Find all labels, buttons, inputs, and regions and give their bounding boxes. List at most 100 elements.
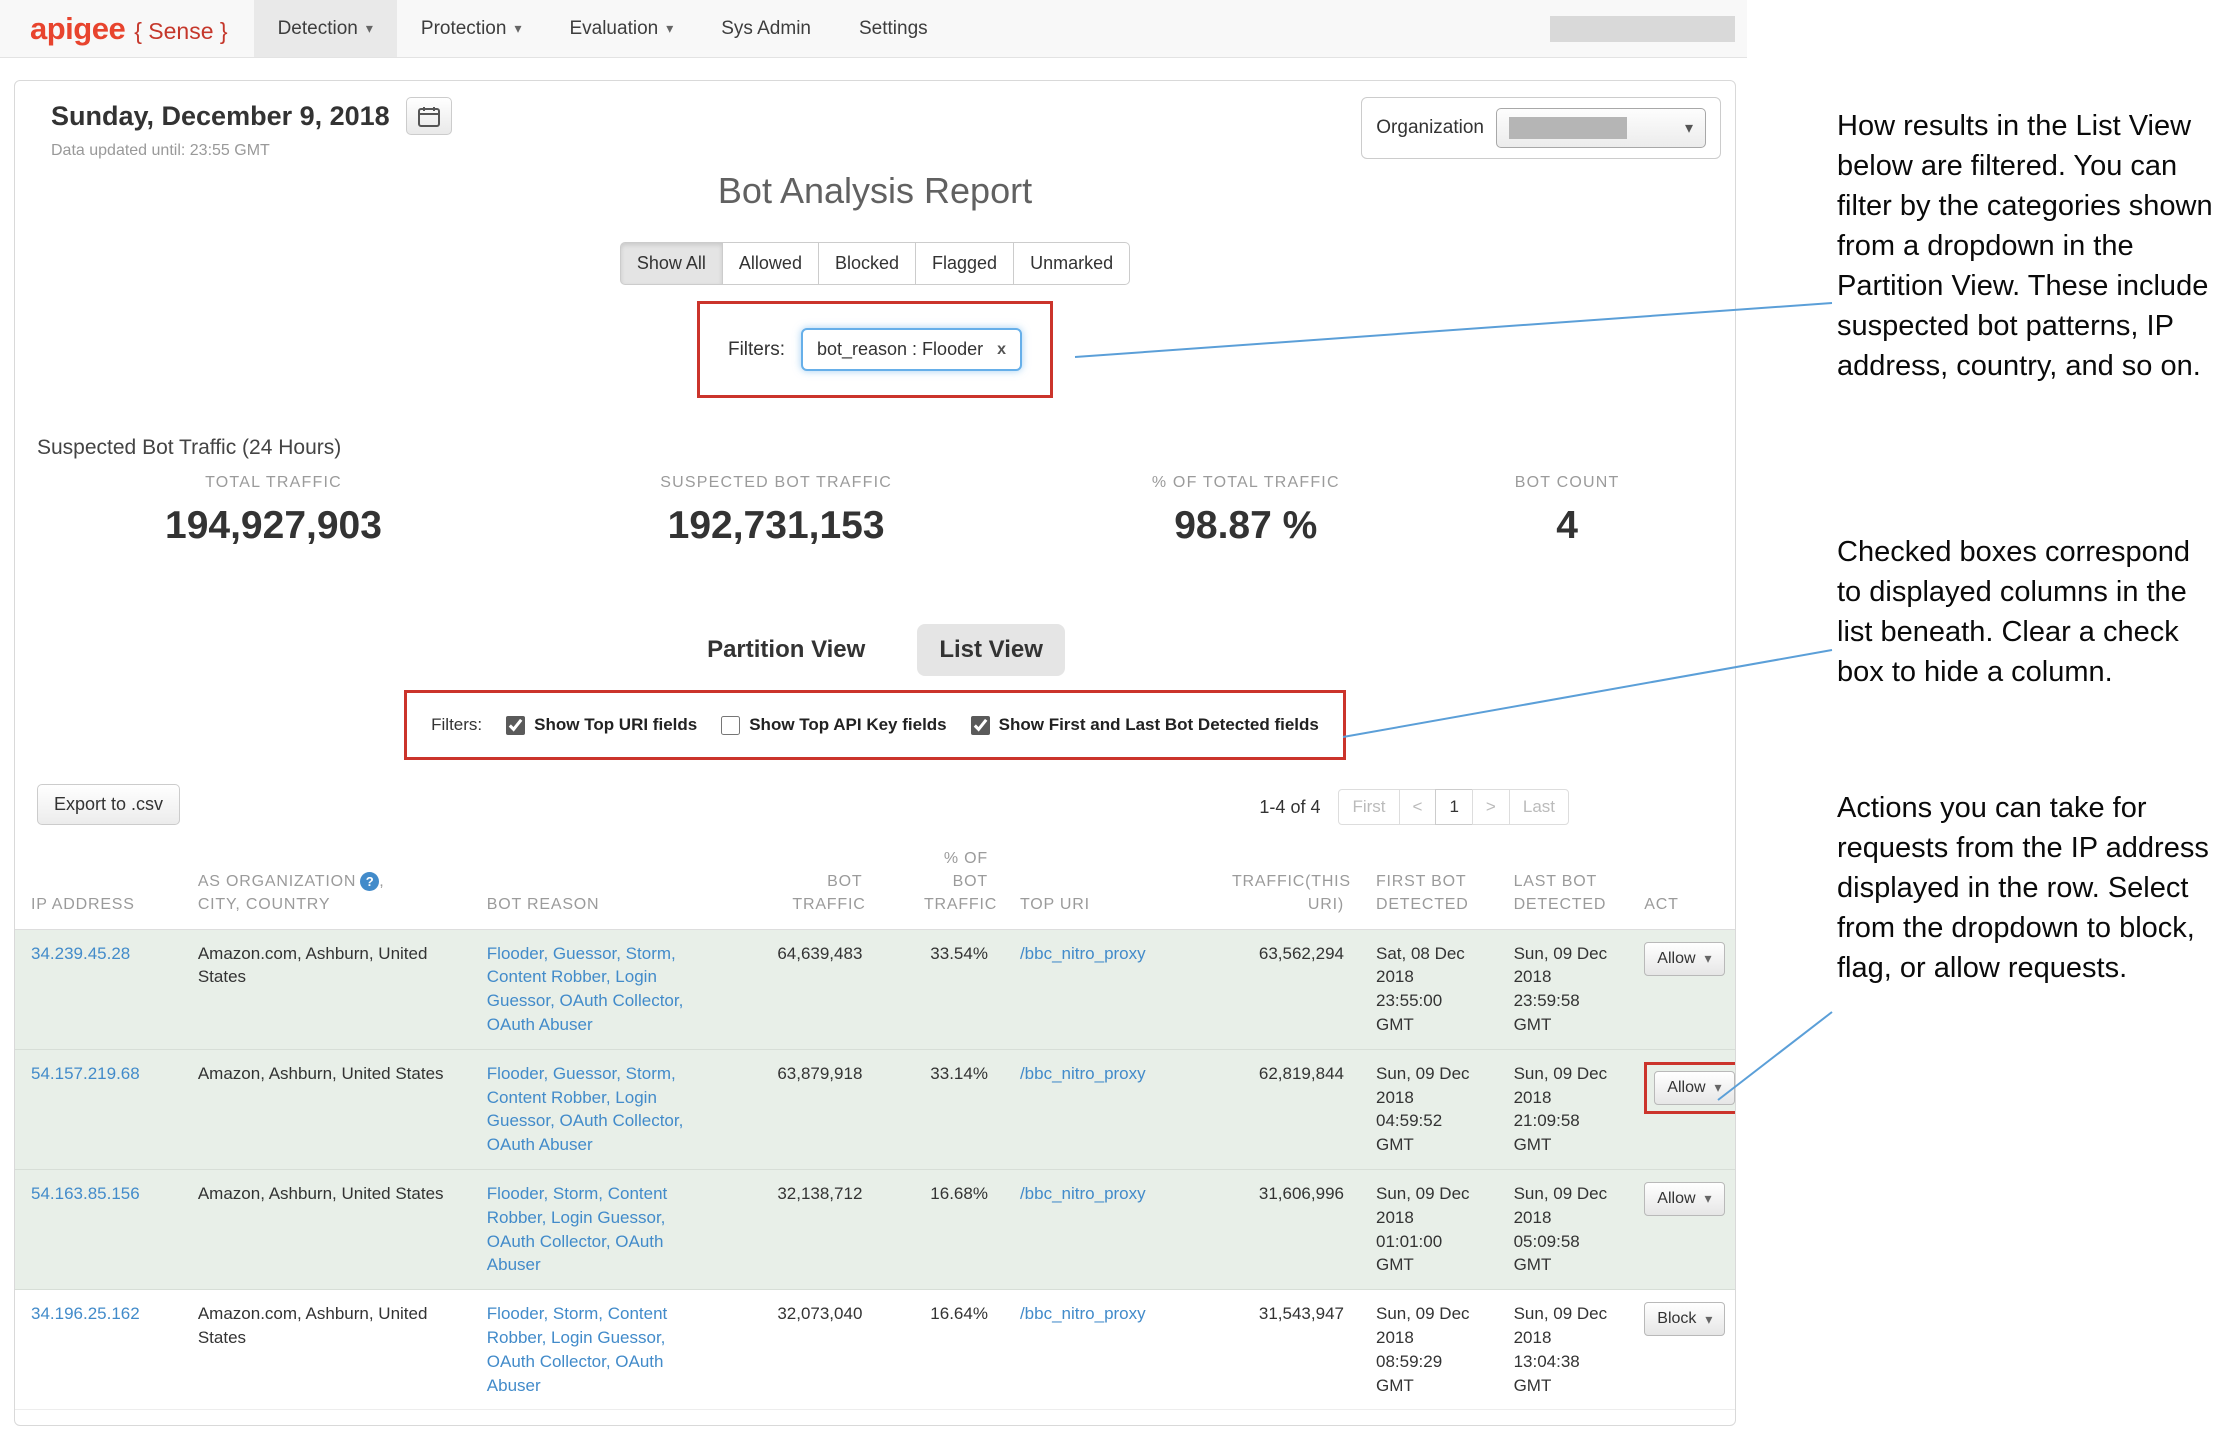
first-bot-detected-cell: Sat, 08 Dec 2018 23:55:00 GMT <box>1360 929 1498 1049</box>
col-header-as-organization[interactable]: AS ORGANIZATION?, CITY, COUNTRY <box>182 839 471 929</box>
tab-flagged[interactable]: Flagged <box>915 242 1014 285</box>
pct-bot-traffic-cell: 16.68% <box>878 1169 1004 1289</box>
help-icon[interactable]: ? <box>360 872 379 891</box>
table-header-row: IP ADDRESS AS ORGANIZATION?, CITY, COUNT… <box>15 839 1735 929</box>
action-label: Allow <box>1657 950 1695 968</box>
top-uri-link[interactable]: /bbc_nitro_proxy <box>1020 1304 1146 1323</box>
action-dropdown-allow[interactable]: Allow ▾ <box>1644 1182 1724 1216</box>
pagination-next-button[interactable]: > <box>1472 789 1510 825</box>
annotation-text-filter-chip: How results in the List View below are f… <box>1837 106 2216 386</box>
bot-reason-links[interactable]: Flooder, Guessor, Storm, Content Robber,… <box>487 1064 684 1154</box>
list-view-tab[interactable]: List View <box>917 624 1065 676</box>
show-first-last-bot-checkbox[interactable] <box>971 716 990 735</box>
nav-item-sys-admin[interactable]: Sys Admin <box>697 0 835 57</box>
header-text: TRAFFIC(THIS URI) <box>1232 870 1344 916</box>
header-text: BOT TRAFFIC <box>792 870 862 916</box>
stat-value: 194,927,903 <box>51 504 496 548</box>
action-label: Allow <box>1667 1079 1705 1097</box>
top-uri-link[interactable]: /bbc_nitro_proxy <box>1020 944 1146 963</box>
organization-selector: Organization ▾ <box>1361 97 1721 159</box>
ip-link[interactable]: 34.196.25.162 <box>31 1304 140 1323</box>
organization-dropdown[interactable]: ▾ <box>1496 108 1706 148</box>
action-dropdown-allow[interactable]: Allow ▾ <box>1654 1071 1734 1105</box>
top-uri-link[interactable]: /bbc_nitro_proxy <box>1020 1064 1146 1083</box>
bot-traffic-cell: 32,138,712 <box>712 1169 879 1289</box>
as-organization-cell: Amazon, Ashburn, United States <box>182 1049 471 1169</box>
table-row: 34.239.45.28 Amazon.com, Ashburn, United… <box>15 929 1735 1049</box>
pagination-page-1-button[interactable]: 1 <box>1435 789 1472 825</box>
pagination: 1-4 of 4 First < 1 > Last <box>1259 789 1569 825</box>
checkbox-group-show-top-uri[interactable]: Show Top URI fields <box>506 715 697 735</box>
bot-traffic-cell: 64,639,483 <box>712 929 879 1049</box>
tab-show-all[interactable]: Show All <box>620 242 723 285</box>
export-csv-button[interactable]: Export to .csv <box>37 784 180 825</box>
nav-item-settings[interactable]: Settings <box>835 0 952 57</box>
col-header-bot-traffic[interactable]: BOT TRAFFIC <box>712 839 879 929</box>
col-header-last-bot-detected[interactable]: LAST BOT DETECTED <box>1498 839 1629 929</box>
last-bot-detected-cell: Sun, 09 Dec 2018 13:04:38 GMT <box>1498 1290 1629 1410</box>
nav-label-sys-admin: Sys Admin <box>721 18 811 40</box>
tab-blocked[interactable]: Blocked <box>818 242 916 285</box>
bot-reason-links[interactable]: Flooder, Storm, Content Robber, Login Gu… <box>487 1304 667 1394</box>
checkbox-label: Show Top URI fields <box>534 715 697 735</box>
sense-logo-text: { Sense } <box>134 18 227 45</box>
col-header-bot-reason[interactable]: BOT REASON <box>471 839 712 929</box>
pagination-summary: 1-4 of 4 <box>1259 797 1320 818</box>
partition-view-tab[interactable]: Partition View <box>685 624 887 676</box>
col-header-first-bot-detected[interactable]: FIRST BOT DETECTED <box>1360 839 1498 929</box>
checkbox-label: Show Top API Key fields <box>749 715 946 735</box>
action-label: Block <box>1657 1310 1696 1328</box>
traffic-this-uri-cell: 62,819,844 <box>1202 1049 1360 1169</box>
apigee-sense-logo[interactable]: apigee { Sense } <box>0 11 254 47</box>
last-bot-detected-cell: Sun, 09 Dec 2018 21:09:58 GMT <box>1498 1049 1629 1169</box>
panel-header: Sunday, December 9, 2018 Data updated un… <box>51 97 1699 160</box>
show-top-uri-checkbox[interactable] <box>506 716 525 735</box>
checkbox-group-show-first-last-bot[interactable]: Show First and Last Bot Detected fields <box>971 715 1319 735</box>
first-bot-detected-cell: Sun, 09 Dec 2018 04:59:52 GMT <box>1360 1049 1498 1169</box>
traffic-this-uri-cell: 63,562,294 <box>1202 929 1360 1049</box>
tab-unmarked[interactable]: Unmarked <box>1013 242 1130 285</box>
top-uri-link[interactable]: /bbc_nitro_proxy <box>1020 1184 1146 1203</box>
stat-value: 192,731,153 <box>496 504 1056 548</box>
filter-chip-bot-reason-flooder[interactable]: bot_reason : Flooder x <box>801 328 1022 371</box>
remove-filter-icon[interactable]: x <box>997 341 1006 359</box>
show-top-api-key-checkbox[interactable] <box>721 716 740 735</box>
col-header-top-uri[interactable]: TOP URI <box>1004 839 1202 929</box>
nav-item-evaluation[interactable]: Evaluation ▾ <box>545 0 697 57</box>
pagination-last-button[interactable]: Last <box>1509 789 1569 825</box>
date-block: Sunday, December 9, 2018 Data updated un… <box>51 97 452 160</box>
calendar-button[interactable] <box>406 97 452 135</box>
status-tabs: Show All Allowed Blocked Flagged Unmarke… <box>51 242 1699 285</box>
action-dropdown-block[interactable]: Block ▾ <box>1644 1302 1725 1336</box>
traffic-this-uri-cell: 31,543,947 <box>1202 1290 1360 1410</box>
nav-item-detection[interactable]: Detection ▾ <box>254 0 397 57</box>
as-organization-cell: Amazon.com, Ashburn, United States <box>182 1290 471 1410</box>
report-date: Sunday, December 9, 2018 <box>51 101 390 132</box>
redacted-account-name <box>1550 16 1735 42</box>
table-row: 54.157.219.68 Amazon, Ashburn, United St… <box>15 1049 1735 1169</box>
checkbox-group-show-top-api-key[interactable]: Show Top API Key fields <box>721 715 946 735</box>
action-dropdown-allow[interactable]: Allow ▾ <box>1644 942 1724 976</box>
nav-label-settings: Settings <box>859 18 928 40</box>
data-updated-text: Data updated until: 23:55 GMT <box>51 142 452 160</box>
tab-allowed[interactable]: Allowed <box>722 242 819 285</box>
bot-reason-links[interactable]: Flooder, Guessor, Storm, Content Robber,… <box>487 944 684 1034</box>
stat-value: 4 <box>1435 504 1699 548</box>
stat-label: % OF TOTAL TRAFFIC <box>1056 474 1435 492</box>
col-header-act[interactable]: ACT <box>1628 839 1735 929</box>
bot-reason-links[interactable]: Flooder, Storm, Content Robber, Login Gu… <box>487 1184 667 1274</box>
ip-link[interactable]: 34.239.45.28 <box>31 944 130 963</box>
nav-item-protection[interactable]: Protection ▾ <box>397 0 546 57</box>
stat-value: 98.87 % <box>1056 504 1435 548</box>
pct-bot-traffic-cell: 16.64% <box>878 1290 1004 1410</box>
pagination-prev-button[interactable]: < <box>1399 789 1437 825</box>
annotation-text-actions: Actions you can take for requests from t… <box>1837 788 2216 988</box>
col-header-pct-bot-traffic[interactable]: % OF BOT TRAFFIC <box>878 839 1004 929</box>
col-header-traffic-this-uri[interactable]: TRAFFIC(THIS URI) <box>1202 839 1360 929</box>
pagination-first-button[interactable]: First <box>1338 789 1399 825</box>
as-organization-cell: Amazon, Ashburn, United States <box>182 1169 471 1289</box>
ip-link[interactable]: 54.163.85.156 <box>31 1184 140 1203</box>
col-header-ip-address[interactable]: IP ADDRESS <box>15 839 182 929</box>
header-text: AS ORGANIZATION <box>198 873 356 890</box>
ip-link[interactable]: 54.157.219.68 <box>31 1064 140 1083</box>
